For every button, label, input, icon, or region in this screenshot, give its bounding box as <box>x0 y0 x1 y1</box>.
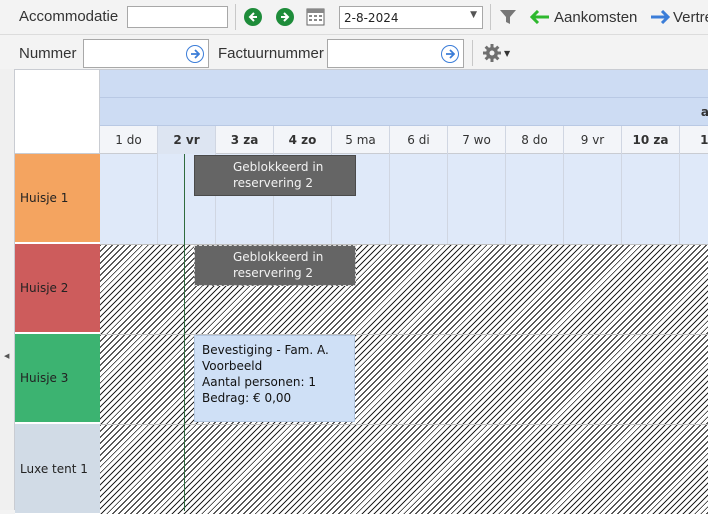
day-header-cell: 3 za <box>216 126 274 154</box>
next-day-button[interactable] <box>276 8 294 26</box>
date-value: 2-8-2024 <box>344 11 399 25</box>
blocked-reservation[interactable]: Geblokkeerd in reservering 2 <box>194 245 356 286</box>
grid-line <box>621 154 622 244</box>
separator <box>472 40 473 66</box>
day-header-cell: 7 wo <box>448 126 506 154</box>
timeline-row[interactable] <box>100 334 708 424</box>
day-header-cell: 2 vr <box>158 126 216 154</box>
grid-line <box>679 154 680 244</box>
booking-persons: Aantal personen: 1 <box>202 375 316 389</box>
nummer-search-button[interactable] <box>186 45 204 63</box>
factuurnummer-search-button[interactable] <box>441 45 459 63</box>
day-header-cell: 10 za <box>622 126 680 154</box>
today-marker <box>184 154 185 511</box>
scheduler: a 1 do 2 vr 3 za 4 zo 5 ma 6 di 7 wo 8 do 9 vr 10… <box>14 69 708 514</box>
settings-menu-button[interactable]: ▼ <box>482 43 510 63</box>
header-band-year <box>100 70 708 98</box>
caret-down-icon: ▼ <box>504 48 511 58</box>
booking-item[interactable]: Bevestiging - Fam. A. Voorbeeld Aantal p… <box>194 335 355 422</box>
chevron-down-icon[interactable]: ▼ <box>470 10 477 20</box>
day-header-cell: 1 do <box>100 126 158 154</box>
blocked-reservation[interactable]: Geblokkeerd in reservering 2 <box>194 155 356 196</box>
previous-day-button[interactable] <box>244 8 262 26</box>
day-header-cell: 5 ma <box>332 126 390 154</box>
arrivals-button[interactable]: Aankomsten <box>530 6 637 28</box>
blocked-line2: reservering 2 <box>233 176 314 190</box>
timeline-row[interactable] <box>100 154 708 244</box>
header-band-month: a <box>100 98 708 126</box>
accommodatie-label: Accommodatie <box>19 8 119 25</box>
booking-amount: Bedrag: € 0,00 <box>202 391 292 405</box>
nummer-label: Nummer <box>19 45 77 62</box>
day-header-row: 1 do 2 vr 3 za 4 zo 5 ma 6 di 7 wo 8 do 9 vr 10 z… <box>100 126 708 154</box>
date-picker[interactable]: 2-8-2024 ▼ <box>339 6 483 29</box>
filter-button[interactable] <box>499 8 517 29</box>
booking-status: Bevestiging - Fam. A. <box>202 343 329 357</box>
blocked-line1: Geblokkeerd in <box>233 160 324 174</box>
accommodatie-input[interactable] <box>127 6 228 28</box>
arrow-right-icon <box>281 12 290 22</box>
timeline-row[interactable] <box>100 424 708 514</box>
day-header-cell: 8 do <box>506 126 564 154</box>
grid-line <box>563 154 564 244</box>
grid-line <box>389 154 390 244</box>
gear-icon <box>483 44 501 62</box>
day-header-cell: 6 di <box>390 126 448 154</box>
timeline-row[interactable] <box>100 244 708 334</box>
arrow-right-icon <box>651 10 670 24</box>
factuurnummer-input[interactable] <box>327 39 464 68</box>
factuurnummer-label: Factuurnummer <box>218 45 324 62</box>
collapse-left-icon: ◀ <box>4 352 10 360</box>
side-collapse-strip[interactable]: ◀ <box>0 69 14 510</box>
calendar-icon <box>306 8 325 26</box>
separator <box>235 4 236 30</box>
arrivals-label: Aankomsten <box>554 8 638 26</box>
day-header-cell: 11 <box>680 126 708 154</box>
arrow-right-icon <box>191 49 200 59</box>
arrow-right-icon <box>446 49 455 59</box>
separator <box>490 4 491 30</box>
arrow-left-icon <box>530 10 549 24</box>
booking-guest: Voorbeeld <box>202 359 263 373</box>
nummer-input[interactable] <box>83 39 209 68</box>
day-header-cell: 9 vr <box>564 126 622 154</box>
blocked-line2: reservering 2 <box>233 266 314 280</box>
departures-label: Vertre <box>673 8 708 26</box>
grid-line <box>447 154 448 244</box>
grid-line <box>157 154 158 244</box>
divider <box>0 34 708 35</box>
month-header-label: a <box>700 105 708 119</box>
blocked-line1: Geblokkeerd in <box>233 250 324 264</box>
scheduler-corner <box>15 70 100 154</box>
grid-line <box>505 154 506 244</box>
arrow-left-icon <box>248 12 257 22</box>
departures-button[interactable]: Vertre <box>650 6 708 28</box>
day-header-cell: 4 zo <box>274 126 332 154</box>
filter-icon <box>500 10 516 24</box>
calendar-button[interactable] <box>306 8 325 26</box>
